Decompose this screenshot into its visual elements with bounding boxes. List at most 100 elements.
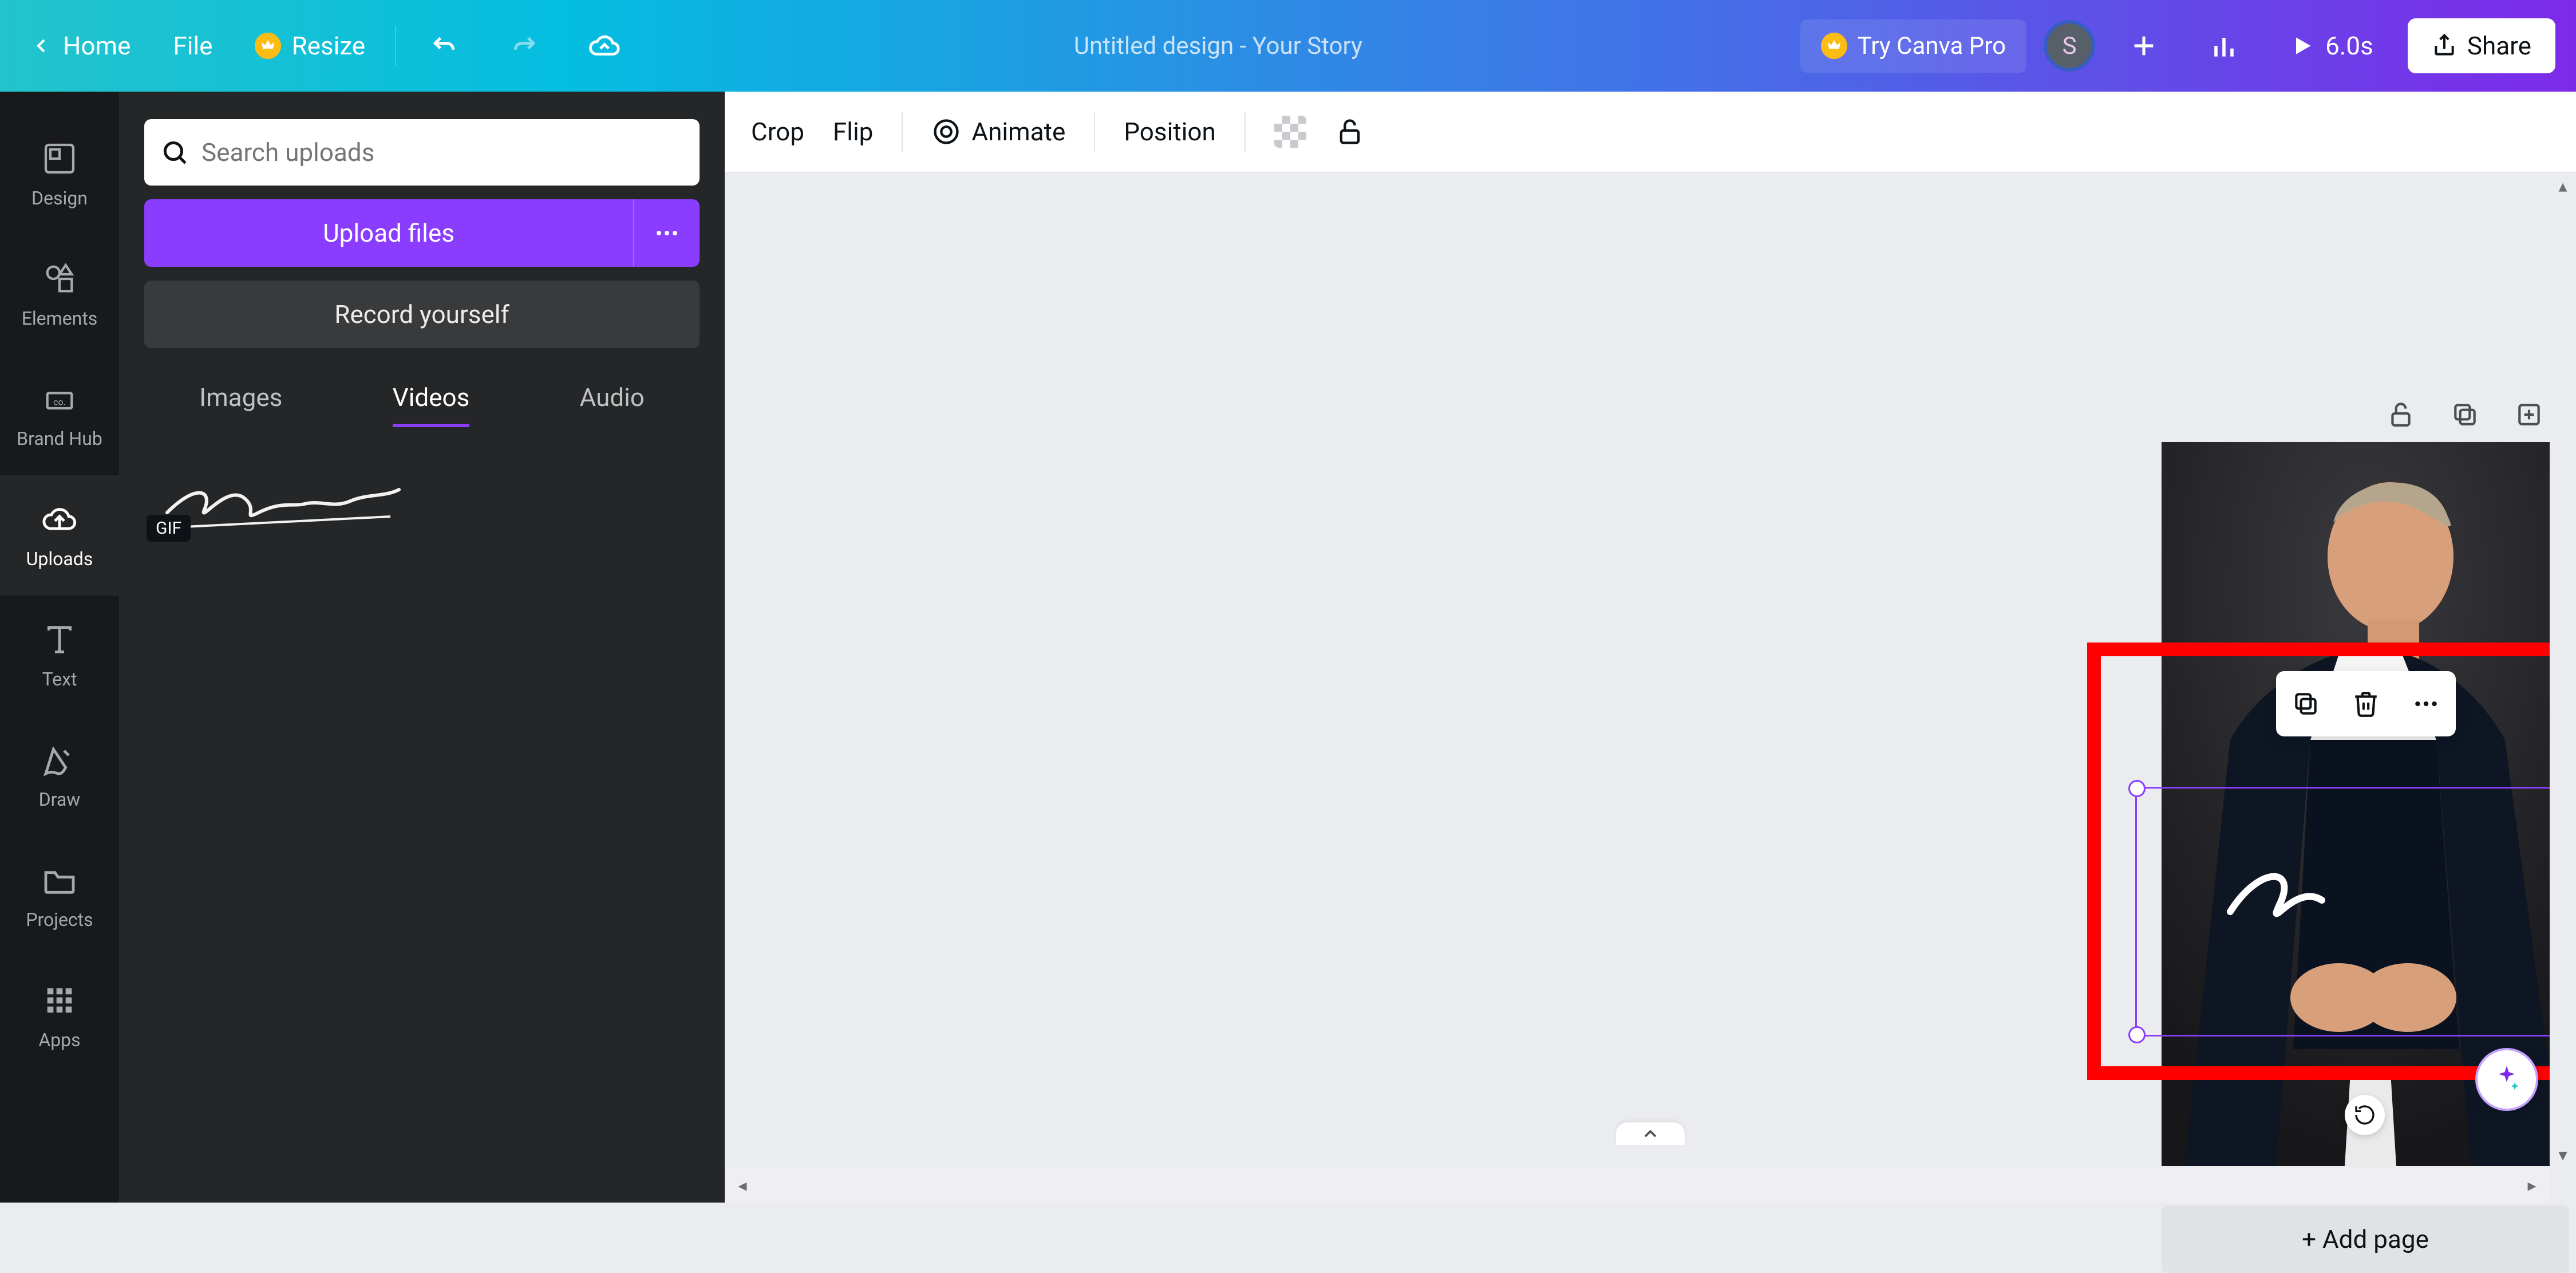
file-menu[interactable]: File xyxy=(160,25,225,66)
search-input[interactable] xyxy=(202,137,689,167)
add-page-icon xyxy=(2515,400,2543,429)
chevron-left-icon xyxy=(30,34,53,57)
add-page-icon-button[interactable] xyxy=(2513,399,2545,431)
undo-button[interactable] xyxy=(413,14,476,77)
position-label: Position xyxy=(1124,117,1215,147)
redo-button[interactable] xyxy=(493,14,556,77)
home-button[interactable]: Home xyxy=(17,25,143,66)
tab-audio-label: Audio xyxy=(580,383,645,412)
brand-icon: co. xyxy=(41,381,78,417)
vertical-scrollbar[interactable]: ▴ ▾ xyxy=(2550,173,2576,1168)
search-icon xyxy=(160,138,189,167)
upload-files-label: Upload files xyxy=(323,218,455,248)
rail-projects[interactable]: Projects xyxy=(0,836,119,956)
divider xyxy=(902,112,903,152)
footer-expand-handle[interactable] xyxy=(1616,1122,1685,1145)
layout-icon xyxy=(41,140,78,177)
position-button[interactable]: Position xyxy=(1124,117,1215,147)
duplicate-page-button[interactable] xyxy=(2449,399,2481,431)
try-pro-label: Try Canva Pro xyxy=(1858,32,2006,60)
rail-text[interactable]: Text xyxy=(0,596,119,716)
flip-label: Flip xyxy=(833,117,873,147)
search-uploads[interactable] xyxy=(144,119,700,186)
crown-icon xyxy=(1821,33,1847,59)
assistant-fab[interactable] xyxy=(2475,1048,2538,1111)
rotate-icon xyxy=(2353,1103,2376,1126)
grid-icon xyxy=(41,982,78,1019)
crop-button[interactable]: Crop xyxy=(751,117,804,147)
divider xyxy=(1244,112,1246,152)
gif-badge: GIF xyxy=(147,515,191,542)
scroll-left-arrow[interactable]: ◂ xyxy=(729,1172,756,1199)
tab-videos[interactable]: Videos xyxy=(393,383,470,427)
rail-brand-hub[interactable]: co. Brand Hub xyxy=(0,355,119,475)
flip-button[interactable]: Flip xyxy=(833,117,873,147)
add-member-button[interactable] xyxy=(2112,14,2175,77)
document-title[interactable]: Untitled design - Your Story xyxy=(1074,32,1362,60)
share-label: Share xyxy=(2467,31,2531,61)
rail-draw-label: Draw xyxy=(39,789,81,810)
avatar-initial: S xyxy=(2063,32,2077,60)
delete-element-button[interactable] xyxy=(2350,688,2382,720)
uploads-grid: GIF xyxy=(144,458,700,544)
resize-button[interactable]: Resize xyxy=(242,25,378,66)
share-button[interactable]: Share xyxy=(2408,18,2555,73)
rail-uploads-label: Uploads xyxy=(26,548,93,570)
scroll-right-arrow[interactable]: ▸ xyxy=(2519,1172,2545,1199)
selection-box[interactable] xyxy=(2135,787,2576,1036)
lock-open-icon xyxy=(1335,117,1365,147)
duration-label: 6.0s xyxy=(2325,31,2373,61)
work-area[interactable]: + Add page xyxy=(725,173,2576,1168)
page-controls xyxy=(2385,399,2576,431)
more-element-button[interactable] xyxy=(2410,688,2442,720)
scroll-down-arrow[interactable]: ▾ xyxy=(2550,1142,2576,1168)
tab-audio[interactable]: Audio xyxy=(580,383,645,427)
animate-button[interactable]: Animate xyxy=(931,117,1065,147)
tab-images[interactable]: Images xyxy=(199,383,282,427)
rail-design[interactable]: Design xyxy=(0,115,119,235)
cloud-sync-icon[interactable] xyxy=(573,14,636,77)
crop-label: Crop xyxy=(751,117,804,147)
duplicate-icon xyxy=(2451,400,2479,429)
lock-button[interactable] xyxy=(1335,117,1365,147)
crown-icon xyxy=(255,33,281,59)
rail-apps[interactable]: Apps xyxy=(0,956,119,1077)
sparkle-icon xyxy=(2491,1063,2523,1095)
scroll-up-arrow[interactable]: ▴ xyxy=(2550,173,2576,199)
top-bar: Home File Resize Untitled design - Your … xyxy=(0,0,2576,92)
resize-handle-bl[interactable] xyxy=(2128,1026,2146,1043)
rail-text-label: Text xyxy=(42,668,77,690)
rail-apps-label: Apps xyxy=(38,1029,80,1051)
animate-icon xyxy=(931,117,961,147)
insights-button[interactable] xyxy=(2192,14,2255,77)
rail-design-label: Design xyxy=(31,187,88,209)
svg-text:co.: co. xyxy=(53,397,66,408)
horizontal-scrollbar[interactable]: ◂ ▸ xyxy=(725,1168,2550,1203)
transparency-button[interactable] xyxy=(1274,116,1306,148)
rail-draw[interactable]: Draw xyxy=(0,716,119,836)
tab-videos-label: Videos xyxy=(393,383,470,412)
rail-elements[interactable]: Elements xyxy=(0,235,119,355)
divider xyxy=(1094,112,1095,152)
trash-icon xyxy=(2352,689,2380,718)
record-yourself-button[interactable]: Record yourself xyxy=(144,281,700,348)
pencil-icon xyxy=(41,742,78,778)
rail-elements-label: Elements xyxy=(22,308,98,329)
more-icon xyxy=(653,219,681,247)
present-button[interactable]: 6.0s xyxy=(2273,14,2391,77)
user-avatar[interactable]: S xyxy=(2044,20,2095,72)
duplicate-element-button[interactable] xyxy=(2290,688,2322,720)
animate-label: Animate xyxy=(971,117,1065,147)
rail-uploads[interactable]: Uploads xyxy=(0,475,119,596)
upload-files-button[interactable]: Upload files xyxy=(144,199,633,267)
rotate-handle[interactable] xyxy=(2345,1095,2385,1135)
upload-item[interactable]: GIF xyxy=(144,458,419,544)
try-pro-button[interactable]: Try Canva Pro xyxy=(1800,19,2026,73)
resize-handle-tl[interactable] xyxy=(2128,780,2146,797)
lock-page-button[interactable] xyxy=(2385,399,2417,431)
add-page-button[interactable]: + Add page xyxy=(2162,1205,2569,1273)
nav-rail: Design Elements co. Brand Hub Uploads Te… xyxy=(0,92,119,1203)
rail-projects-label: Projects xyxy=(26,909,93,931)
uploads-tabs: Images Videos Audio xyxy=(144,383,700,427)
upload-more-button[interactable] xyxy=(633,199,700,267)
